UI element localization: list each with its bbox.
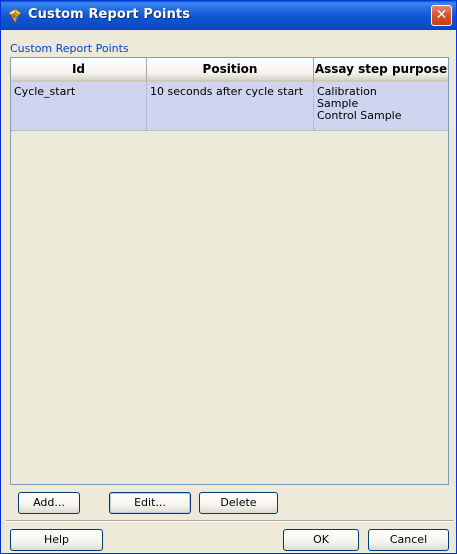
- cell-assay-step-purpose[interactable]: Calibration Sample Control Sample: [314, 82, 448, 131]
- delete-button[interactable]: Delete: [199, 492, 278, 514]
- report-points-table[interactable]: Id Position Assay step purpose Cycle_sta…: [10, 57, 449, 485]
- app-icon: [8, 8, 22, 24]
- cell-position-text: 10 seconds after cycle start: [150, 85, 304, 98]
- purpose-item: Control Sample: [317, 109, 402, 122]
- table-header: Id Position Assay step purpose: [11, 58, 448, 82]
- ok-button[interactable]: OK: [283, 529, 359, 551]
- close-icon: ✕: [435, 7, 448, 23]
- cancel-button[interactable]: Cancel: [368, 529, 449, 551]
- column-header-assay-step-purpose[interactable]: Assay step purpose: [314, 58, 448, 82]
- close-button[interactable]: ✕: [431, 5, 452, 26]
- edit-button[interactable]: Edit...: [109, 492, 191, 514]
- column-header-position[interactable]: Position: [147, 58, 314, 82]
- add-button[interactable]: Add...: [18, 492, 80, 514]
- cell-id-text: Cycle_start: [14, 85, 76, 98]
- title-bar[interactable]: Custom Report Points ✕: [1, 1, 456, 30]
- cell-position[interactable]: 10 seconds after cycle start: [147, 82, 314, 131]
- separator: [6, 520, 453, 522]
- help-button[interactable]: Help: [10, 529, 103, 551]
- cell-id[interactable]: Cycle_start: [11, 82, 147, 131]
- column-header-id[interactable]: Id: [11, 58, 147, 82]
- dialog-window: Custom Report Points ✕ Custom Report Poi…: [0, 0, 457, 554]
- window-title: Custom Report Points: [28, 7, 191, 22]
- group-label: Custom Report Points: [10, 42, 129, 55]
- table-row[interactable]: Cycle_start 10 seconds after cycle start…: [11, 82, 448, 131]
